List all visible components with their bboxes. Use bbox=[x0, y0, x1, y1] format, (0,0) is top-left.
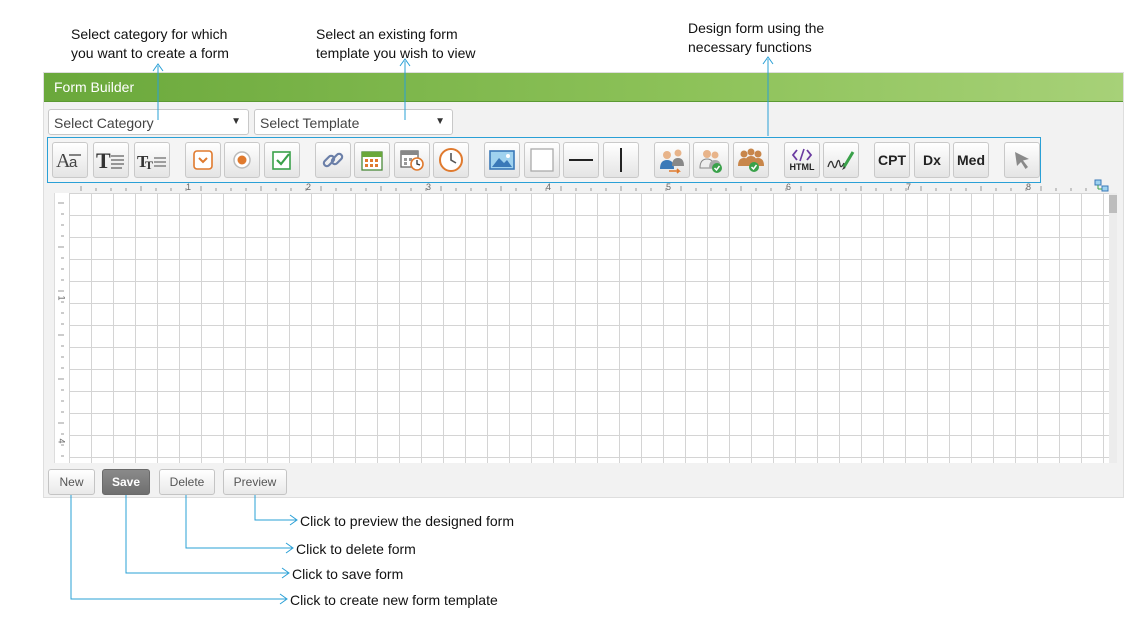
doctor-referral-icon bbox=[660, 149, 684, 174]
tool-horizontal-line[interactable] bbox=[563, 142, 599, 178]
ruler-number-3: 3 bbox=[426, 182, 432, 192]
panel-title: Form Builder bbox=[54, 79, 135, 95]
scrollbar-thumb[interactable] bbox=[1109, 195, 1117, 213]
tool-box[interactable] bbox=[524, 142, 560, 178]
callout-category: Select category for which you want to cr… bbox=[71, 25, 229, 63]
callout-design-line1: Design form using the bbox=[688, 20, 825, 36]
tool-dropdown[interactable] bbox=[185, 142, 221, 178]
html-label: HTML bbox=[789, 162, 815, 172]
tool-signature[interactable] bbox=[823, 142, 859, 178]
checkbox-icon bbox=[272, 151, 291, 170]
med-label: Med bbox=[957, 152, 985, 168]
tool-referral[interactable] bbox=[654, 142, 690, 178]
save-button[interactable]: Save bbox=[102, 469, 150, 495]
dropdown-icon bbox=[193, 150, 213, 170]
template-select-value: Select Template bbox=[260, 115, 360, 131]
tool-textarea[interactable]: T T bbox=[134, 142, 170, 178]
callout-template: Select an existing form template you wis… bbox=[316, 25, 476, 63]
signature-icon bbox=[827, 151, 855, 170]
link-icon bbox=[322, 152, 344, 168]
svg-text:a: a bbox=[69, 154, 78, 171]
svg-text:T: T bbox=[145, 158, 153, 172]
tool-select[interactable] bbox=[1004, 142, 1040, 178]
ruler-number-1: 1 bbox=[186, 182, 192, 192]
tool-radio[interactable] bbox=[224, 142, 260, 178]
ruler-number-7: 7 bbox=[906, 182, 912, 192]
cpt-label: CPT bbox=[878, 152, 906, 168]
tool-image[interactable] bbox=[484, 142, 520, 178]
tool-vertical-line[interactable] bbox=[603, 142, 639, 178]
group-approved-icon bbox=[738, 148, 764, 172]
horizontal-line-icon bbox=[569, 159, 593, 161]
tool-date[interactable] bbox=[354, 142, 390, 178]
tool-datetime[interactable] bbox=[394, 142, 430, 178]
rectangle-icon bbox=[530, 148, 554, 172]
delete-button[interactable]: Delete bbox=[159, 469, 215, 495]
date-time-icon bbox=[400, 150, 424, 171]
tool-html[interactable]: HTML bbox=[784, 142, 820, 178]
chevron-down-icon: ▼ bbox=[231, 116, 241, 127]
callout-category-line2: you want to create a form bbox=[71, 45, 229, 61]
vertical-ruler-number-1: 1 bbox=[56, 295, 67, 301]
image-icon bbox=[489, 150, 515, 170]
tool-provider[interactable] bbox=[693, 142, 729, 178]
label-text-icon: A a bbox=[56, 150, 81, 172]
panel-header: Form Builder bbox=[44, 73, 1123, 102]
pointer-icon bbox=[1015, 152, 1029, 169]
provider-approved-icon bbox=[699, 150, 722, 173]
preview-button[interactable]: Preview bbox=[223, 469, 287, 495]
ruler-number-2: 2 bbox=[306, 182, 312, 192]
category-select[interactable]: Select Category ▼ bbox=[48, 109, 249, 135]
tool-cpt[interactable]: CPT bbox=[874, 142, 910, 178]
calendar-icon bbox=[361, 151, 383, 171]
svg-text:T: T bbox=[96, 148, 111, 172]
callout-delete: Click to delete form bbox=[296, 541, 416, 557]
resize-handle-icon[interactable] bbox=[1094, 179, 1110, 193]
template-select[interactable]: Select Template ▼ bbox=[254, 109, 453, 135]
tool-time[interactable] bbox=[433, 142, 469, 178]
ruler-number-4: 4 bbox=[546, 182, 552, 192]
code-icon bbox=[791, 148, 813, 162]
callout-template-line1: Select an existing form bbox=[316, 26, 458, 42]
layout-grid[interactable] bbox=[69, 193, 1112, 463]
dx-label: Dx bbox=[923, 152, 941, 168]
tool-group[interactable] bbox=[733, 142, 769, 178]
callout-save: Click to save form bbox=[292, 566, 404, 582]
text-area-icon: T T bbox=[137, 152, 166, 172]
design-toolbar: A a T T T HTML CPT Dx Med bbox=[47, 137, 1041, 183]
vertical-ruler: 1 4 bbox=[55, 193, 69, 463]
tool-textbox[interactable]: T bbox=[93, 142, 129, 178]
radio-button-icon bbox=[233, 151, 251, 169]
callout-template-line2: template you wish to view bbox=[316, 45, 476, 61]
ruler-number-5: 5 bbox=[666, 182, 672, 192]
tool-dx[interactable]: Dx bbox=[914, 142, 950, 178]
tool-med[interactable]: Med bbox=[953, 142, 989, 178]
vertical-line-icon bbox=[620, 148, 622, 172]
form-builder-panel: Form Builder Select Category ▼ Select Te… bbox=[43, 72, 1124, 498]
callout-category-line1: Select category for which bbox=[71, 26, 228, 42]
text-box-icon: T bbox=[96, 148, 124, 172]
callout-new: Click to create new form template bbox=[290, 592, 498, 608]
tool-label[interactable]: A a bbox=[52, 142, 88, 178]
callout-design: Design form using the necessary function… bbox=[688, 19, 824, 57]
chevron-down-icon: ▼ bbox=[435, 116, 445, 127]
clock-icon bbox=[439, 148, 463, 172]
callout-preview: Click to preview the designed form bbox=[300, 513, 514, 529]
tool-link[interactable] bbox=[315, 142, 351, 178]
ruler-number-6: 6 bbox=[786, 182, 792, 192]
callout-design-line2: necessary functions bbox=[688, 39, 812, 55]
ruler-number-8: 8 bbox=[1026, 182, 1032, 192]
new-button[interactable]: New bbox=[48, 469, 95, 495]
design-canvas[interactable]: 1 4 bbox=[54, 193, 1112, 463]
canvas-scrollbar[interactable] bbox=[1109, 193, 1117, 463]
category-select-value: Select Category bbox=[54, 115, 154, 131]
tool-checkbox[interactable] bbox=[264, 142, 300, 178]
vertical-ruler-number-4: 4 bbox=[56, 438, 67, 444]
